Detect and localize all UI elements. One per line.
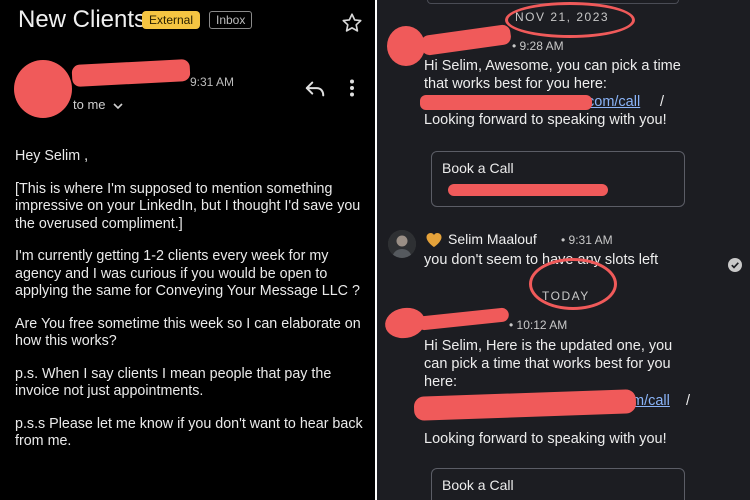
star-icon[interactable] (341, 12, 363, 34)
message-line: Looking forward to speaking with you! (424, 431, 667, 447)
recipient-toggle[interactable]: to me (73, 97, 123, 112)
email-pane: New Clients External Inbox 9:31 AM to me… (0, 0, 375, 500)
email-time: 9:31 AM (190, 75, 235, 89)
sender-name: Selim Maalouf (448, 231, 537, 247)
email-subject: New Clients (18, 6, 147, 33)
body-paragraph: I'm currently getting 1-2 clients every … (15, 248, 360, 299)
more-options-icon[interactable] (349, 79, 355, 97)
message-time: • 10:12 AM (509, 318, 568, 332)
message-link-line: m/call / (413, 389, 734, 421)
date-highlight-circle (505, 2, 635, 38)
avatar-redaction (387, 26, 425, 66)
message-time: • 9:31 AM (561, 233, 613, 247)
body-paragraph: Hey Selim , (15, 148, 89, 164)
chat-pane: NOV 21, 2023 • 9:28 AM Hi Selim, Awesome… (377, 0, 750, 500)
message-line: here: (424, 374, 458, 390)
body-paragraph: p.s.s Please let me know if you don't wa… (15, 415, 363, 450)
name-redaction (416, 307, 510, 331)
calendar-link[interactable]: com/call (587, 93, 640, 111)
body-paragraph: p.s. When I say clients I mean people th… (15, 365, 332, 400)
to-me-label: to me (73, 97, 106, 112)
profile-photo-icon (388, 230, 416, 258)
chevron-down-icon (113, 102, 123, 109)
avatar[interactable] (388, 230, 416, 258)
body-paragraph: [This is where I'm supposed to mention s… (15, 180, 361, 232)
sender-avatar-redacted (14, 60, 72, 118)
external-badge: External (142, 11, 201, 29)
message-time: • 9:28 AM (512, 39, 564, 53)
read-check-icon (728, 258, 742, 272)
link-redaction (420, 95, 592, 110)
message-3: Hi Selim, Here is the updated one, you c… (413, 337, 734, 448)
inbox-label[interactable]: Inbox (209, 11, 253, 29)
email-body: Hey Selim , [This is where I'm supposed … (15, 148, 365, 466)
name-redaction (420, 23, 512, 57)
message-link-line: com/call / (420, 93, 734, 111)
book-call-label: Book a Call (442, 477, 514, 493)
book-call-label: Book a Call (442, 160, 514, 176)
date-divider: TODAY (542, 289, 590, 303)
calendar-link[interactable]: m/call (632, 392, 670, 410)
body-paragraph: Are You free sometime this week so I can… (15, 315, 361, 350)
message-line: that works best for you here: (424, 76, 607, 92)
book-call-card[interactable]: Book a Call (431, 151, 685, 207)
heart-icon (426, 233, 442, 247)
book-call-card[interactable]: Book a Call (431, 468, 685, 500)
card-url-redaction (448, 184, 608, 196)
message-line: Hi Selim, Awesome, you can pick a time (424, 58, 681, 74)
message-line: Looking forward to speaking with you! (424, 112, 667, 128)
reply-icon[interactable] (304, 79, 326, 99)
message-line: can pick a time that works best for you (424, 356, 671, 372)
sender-name-redaction (71, 58, 191, 88)
message-1: Hi Selim, Awesome, you can pick a time t… (420, 57, 734, 129)
message-line: Hi Selim, Here is the updated one, you (424, 338, 673, 354)
